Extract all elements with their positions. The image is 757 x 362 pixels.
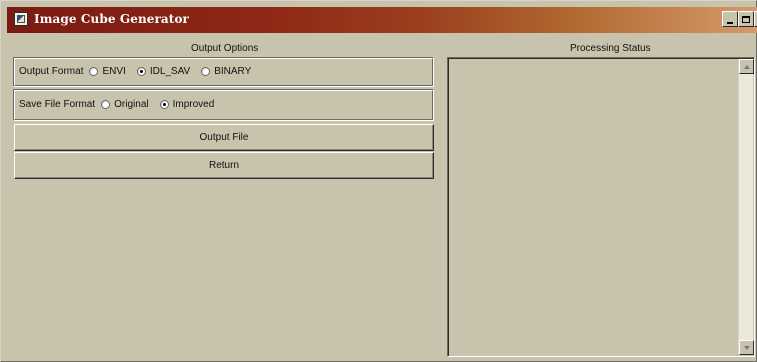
save-file-format-original-option[interactable]: Original [101, 99, 149, 110]
processing-status-panel[interactable] [447, 57, 755, 357]
minimize-button[interactable]: minimize-icon [722, 11, 738, 27]
save-file-format-row: Save File Format Original Improved [19, 99, 219, 110]
processing-status-label: Processing Status [570, 43, 651, 54]
save-file-format-group: Save File Format Original Improved [13, 89, 434, 121]
radio-selected-icon [159, 100, 169, 109]
processing-status-text [452, 62, 734, 352]
output-format-label: Output Format [19, 66, 84, 77]
processing-status-scrollbar[interactable] [738, 59, 754, 355]
radio-icon [101, 100, 111, 109]
maximize-button[interactable]: maximize-icon [738, 11, 754, 27]
output-file-button[interactable]: Output File [14, 124, 434, 151]
save-file-format-improved-option[interactable]: Improved [159, 99, 215, 110]
output-format-envi-label: ENVI [102, 66, 126, 77]
scroll-up-icon[interactable] [739, 59, 754, 74]
image-cube-generator-window: Image Cube Generator minimize-icon maxim… [0, 0, 757, 362]
output-options-label: Output Options [191, 43, 259, 54]
window-titlebar[interactable]: Image Cube Generator minimize-icon maxim… [7, 7, 757, 33]
output-format-binary-label: BINARY [214, 66, 252, 77]
radio-selected-icon [136, 67, 146, 76]
output-format-binary-option[interactable]: BINARY [201, 66, 251, 77]
app-icon [14, 12, 28, 26]
output-format-envi-option[interactable]: ENVI [89, 66, 126, 77]
output-format-group: Output Format ENVI IDL_SAV BINARY [13, 57, 434, 87]
save-file-format-label: Save File Format [19, 99, 96, 110]
output-format-idl-sav-label: IDL_SAV [149, 66, 191, 77]
output-format-row: Output Format ENVI IDL_SAV BINARY [19, 66, 256, 77]
scroll-down-icon[interactable] [739, 340, 754, 355]
output-format-idl-sav-option[interactable]: IDL_SAV [136, 66, 191, 77]
window-title: Image Cube Generator [34, 12, 189, 26]
return-button[interactable]: Return [14, 152, 434, 179]
radio-icon [89, 67, 99, 76]
save-file-format-original-label: Original [114, 99, 149, 110]
radio-icon [201, 67, 211, 76]
save-file-format-improved-label: Improved [172, 99, 215, 110]
